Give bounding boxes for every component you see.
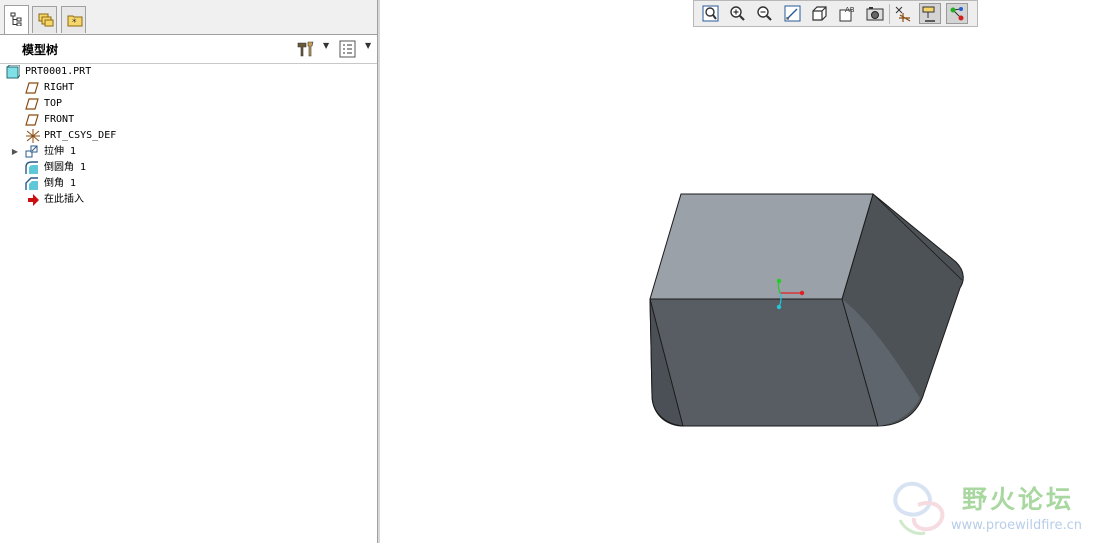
watermark-title: 野火论坛 (962, 480, 1074, 516)
csys-z-marker (777, 305, 781, 309)
model-viewport[interactable] (0, 0, 1103, 543)
model-top-face (650, 194, 873, 299)
watermark-logo (895, 484, 942, 534)
csys-x-marker (800, 291, 804, 295)
watermark-url: www.proewildfire.cn (951, 518, 1082, 533)
model-front-face (650, 299, 878, 426)
csys-y-marker (777, 279, 781, 283)
